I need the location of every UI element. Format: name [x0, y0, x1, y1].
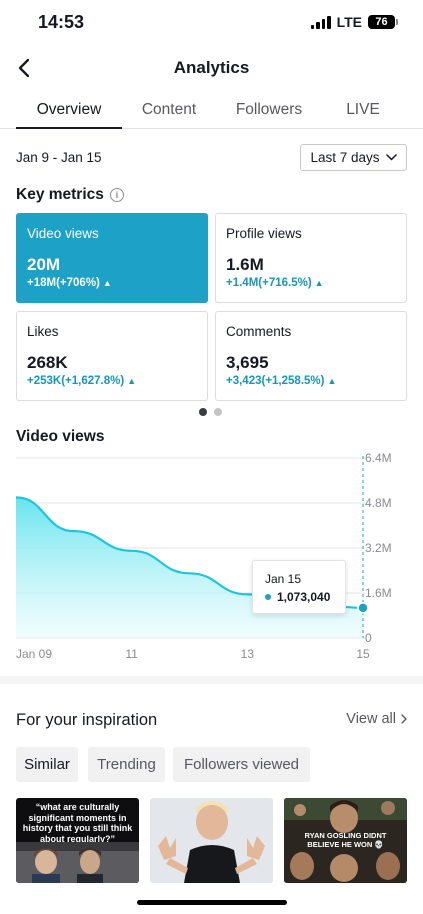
- arrow-up-icon: ▲: [327, 376, 337, 386]
- chevron-down-icon: [385, 154, 397, 161]
- nav-header: Analytics: [0, 46, 423, 90]
- thumbnail-image: [16, 842, 139, 883]
- inspiration-title: For your inspiration: [16, 711, 158, 729]
- metric-value: 268K: [27, 353, 68, 372]
- tab-content[interactable]: Content: [140, 90, 198, 128]
- tab-followers[interactable]: Followers: [234, 90, 304, 128]
- metric-value: 20M: [27, 255, 61, 274]
- signal-icon: [310, 15, 331, 29]
- y-tick-label: 0: [365, 631, 372, 645]
- thumbnail-caption: “what are culturally significant moments…: [22, 802, 133, 844]
- metric-label: Video views: [27, 226, 99, 241]
- metric-change-text: +3,423(+1,258.5%): [226, 375, 325, 387]
- tab-overview[interactable]: Overview: [16, 90, 122, 129]
- metric-change: +253K(+1,627.8%) ▲: [27, 375, 136, 387]
- page-dot-active[interactable]: [199, 408, 207, 416]
- range-dropdown-label: Last 7 days: [310, 150, 380, 165]
- network-label: LTE: [336, 14, 362, 30]
- range-dropdown[interactable]: Last 7 days: [300, 144, 407, 171]
- home-indicator: [137, 900, 287, 905]
- chart-tooltip: Jan 15 1,073,040: [252, 560, 346, 614]
- metric-card-profile-views[interactable]: Profile views 1.6M +1.4M(+716.5%) ▲: [215, 213, 407, 303]
- x-tick-label: 15: [356, 647, 370, 661]
- video-views-title: Video views: [16, 428, 105, 445]
- status-time: 14:53: [38, 12, 85, 32]
- chart-point-selected[interactable]: [357, 602, 369, 614]
- metric-change-text: +18M(+706%): [27, 277, 100, 289]
- metric-card-likes[interactable]: Likes 268K +253K(+1,627.8%) ▲: [16, 311, 208, 401]
- thumbnail-image: [150, 798, 273, 883]
- tooltip-value: 1,073,040: [265, 590, 330, 604]
- tooltip-date: Jan 15: [265, 572, 302, 586]
- metric-change: +18M(+706%) ▲: [27, 277, 112, 289]
- pagination-dots: [199, 408, 222, 416]
- section-divider: [0, 676, 423, 684]
- key-metrics-title: Key metrics i: [16, 186, 124, 204]
- metric-change-text: +253K(+1,627.8%): [27, 375, 125, 387]
- page-title: Analytics: [173, 58, 250, 77]
- arrow-up-icon: ▲: [127, 376, 137, 386]
- metric-label: Comments: [226, 324, 292, 339]
- view-all-link[interactable]: View all: [346, 711, 407, 727]
- y-tick-label: 3.2M: [365, 541, 392, 555]
- video-thumbnail[interactable]: RYAN GOSLING DIDNT BELIEVE HE WON 💀: [284, 798, 407, 883]
- thumbnail-caption: RYAN GOSLING DIDNT BELIEVE HE WON 💀: [304, 831, 387, 849]
- status-icons: LTE 76: [310, 14, 398, 30]
- metric-label: Profile views: [226, 226, 302, 241]
- info-icon[interactable]: i: [109, 188, 124, 202]
- x-tick-label: 11: [125, 647, 138, 661]
- status-bar: 14:53 LTE 76: [0, 0, 423, 46]
- battery-level: 76: [375, 16, 388, 28]
- metric-change: +1.4M(+716.5%) ▲: [226, 277, 324, 289]
- key-metrics-label: Key metrics: [16, 186, 104, 203]
- tooltip-value-text: 1,073,040: [277, 590, 331, 604]
- arrow-up-icon: ▲: [314, 278, 324, 288]
- x-tick-label: 13: [241, 647, 255, 661]
- video-thumbnail[interactable]: [150, 798, 273, 883]
- view-all-label: View all: [346, 711, 396, 727]
- metric-card-video-views[interactable]: Video views 20M +18M(+706%) ▲: [16, 213, 208, 303]
- y-tick-label: 4.8M: [365, 496, 392, 510]
- y-tick-label: 1.6M: [365, 586, 392, 600]
- series-dot-icon: [265, 594, 271, 600]
- tab-bar: Overview Content Followers LIVE: [0, 90, 423, 129]
- chevron-right-icon: [401, 714, 407, 724]
- chip-followers-viewed[interactable]: Followers viewed: [173, 747, 310, 782]
- metric-card-comments[interactable]: Comments 3,695 +3,423(+1,258.5%) ▲: [215, 311, 407, 401]
- metric-change: +3,423(+1,258.5%) ▲: [226, 375, 336, 387]
- page-dot[interactable]: [214, 408, 222, 416]
- chip-trending[interactable]: Trending: [88, 747, 165, 782]
- date-range: Jan 9 - Jan 15: [16, 150, 102, 165]
- arrow-up-icon: ▲: [102, 278, 112, 288]
- metric-label: Likes: [27, 324, 59, 339]
- battery-icon: 76: [368, 15, 398, 29]
- tab-live[interactable]: LIVE: [344, 90, 382, 128]
- metric-change-text: +1.4M(+716.5%): [226, 277, 312, 289]
- y-tick-label: 6.4M: [365, 451, 392, 465]
- x-tick-label: Jan 09: [16, 647, 52, 661]
- metric-value: 3,695: [226, 353, 269, 372]
- metric-value: 1.6M: [226, 255, 264, 274]
- chip-similar[interactable]: Similar: [16, 747, 78, 782]
- video-thumbnail[interactable]: “what are culturally significant moments…: [16, 798, 139, 883]
- video-views-chart: 0 1.6M 3.2M 4.8M 6.4M Jan 09 11 13 15: [15, 451, 392, 661]
